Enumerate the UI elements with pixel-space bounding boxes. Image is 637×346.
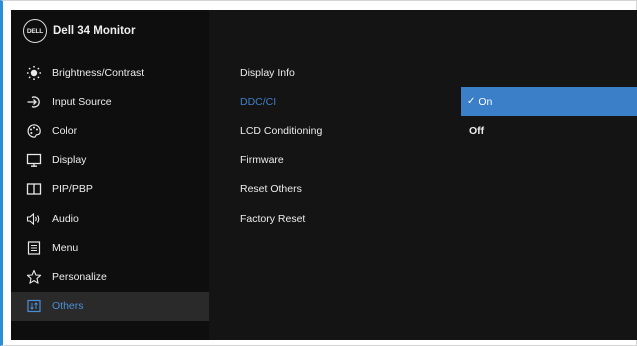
sidebar-item-display[interactable]: Display [11, 146, 209, 175]
color-palette-icon [26, 123, 42, 139]
others-icon [26, 298, 42, 314]
dell-logo: DELL [23, 19, 47, 43]
audio-icon [26, 211, 42, 227]
option-label: Off [469, 124, 485, 137]
sidebar-item-others[interactable]: Others [11, 291, 209, 321]
sidebar-item-personalize[interactable]: Personalize [11, 262, 209, 291]
sidebar-item-label: Personalize [52, 270, 107, 283]
option-off[interactable]: Off [461, 116, 637, 145]
sidebar-item-input-source[interactable]: Input Source [11, 87, 209, 116]
sidebar-item-label: Input Source [52, 95, 112, 108]
submenu-item-factory-reset[interactable]: Factory Reset [209, 204, 461, 233]
monitor-title: Dell 34 Monitor [53, 25, 136, 37]
options-panel: ✓ On Off [461, 10, 637, 340]
sidebar-item-label: Others [52, 300, 84, 313]
check-icon: ✓ [467, 96, 476, 108]
sidebar-item-label: Menu [52, 241, 79, 254]
option-label: On [478, 95, 493, 108]
pip-pbp-icon [26, 181, 42, 197]
screenshot-frame: DELL Dell 34 Monitor Brightness/Contrast… [0, 0, 637, 346]
sidebar-item-label: Audio [52, 212, 79, 225]
input-source-icon [26, 94, 42, 110]
display-icon [26, 152, 42, 168]
submenu-item-ddc-ci[interactable]: DDC/CI [209, 87, 461, 116]
submenu-item-reset-others[interactable]: Reset Others [209, 175, 461, 204]
brightness-icon [26, 65, 42, 81]
star-icon [26, 269, 42, 285]
sidebar-item-label: PIP/PBP [52, 183, 93, 196]
submenu-panel: Display Info DDC/CI LCD Conditioning Fir… [209, 10, 461, 340]
brand-header: DELL Dell 34 Monitor [11, 10, 209, 52]
osd-menu: DELL Dell 34 Monitor Brightness/Contrast… [11, 10, 637, 340]
sidebar-item-label: Brightness/Contrast [52, 66, 145, 79]
submenu-item-display-info[interactable]: Display Info [209, 58, 461, 87]
sidebar-item-audio[interactable]: Audio [11, 204, 209, 233]
sidebar-item-brightness-contrast[interactable]: Brightness/Contrast [11, 58, 209, 87]
option-on[interactable]: ✓ On [461, 87, 637, 117]
submenu-item-firmware[interactable]: Firmware [209, 146, 461, 175]
sidebar: DELL Dell 34 Monitor Brightness/Contrast… [11, 10, 209, 340]
main-menu: Brightness/Contrast Input Source Color D… [11, 58, 209, 321]
sidebar-item-color[interactable]: Color [11, 116, 209, 145]
sidebar-item-pip-pbp[interactable]: PIP/PBP [11, 175, 209, 204]
submenu-list: Display Info DDC/CI LCD Conditioning Fir… [209, 58, 461, 233]
ddc-ci-options: ✓ On Off [461, 87, 637, 145]
sidebar-item-label: Color [52, 124, 78, 137]
submenu-item-lcd-conditioning[interactable]: LCD Conditioning [209, 116, 461, 145]
menu-icon [26, 240, 42, 256]
sidebar-item-label: Display [52, 154, 87, 167]
sidebar-item-menu[interactable]: Menu [11, 233, 209, 262]
